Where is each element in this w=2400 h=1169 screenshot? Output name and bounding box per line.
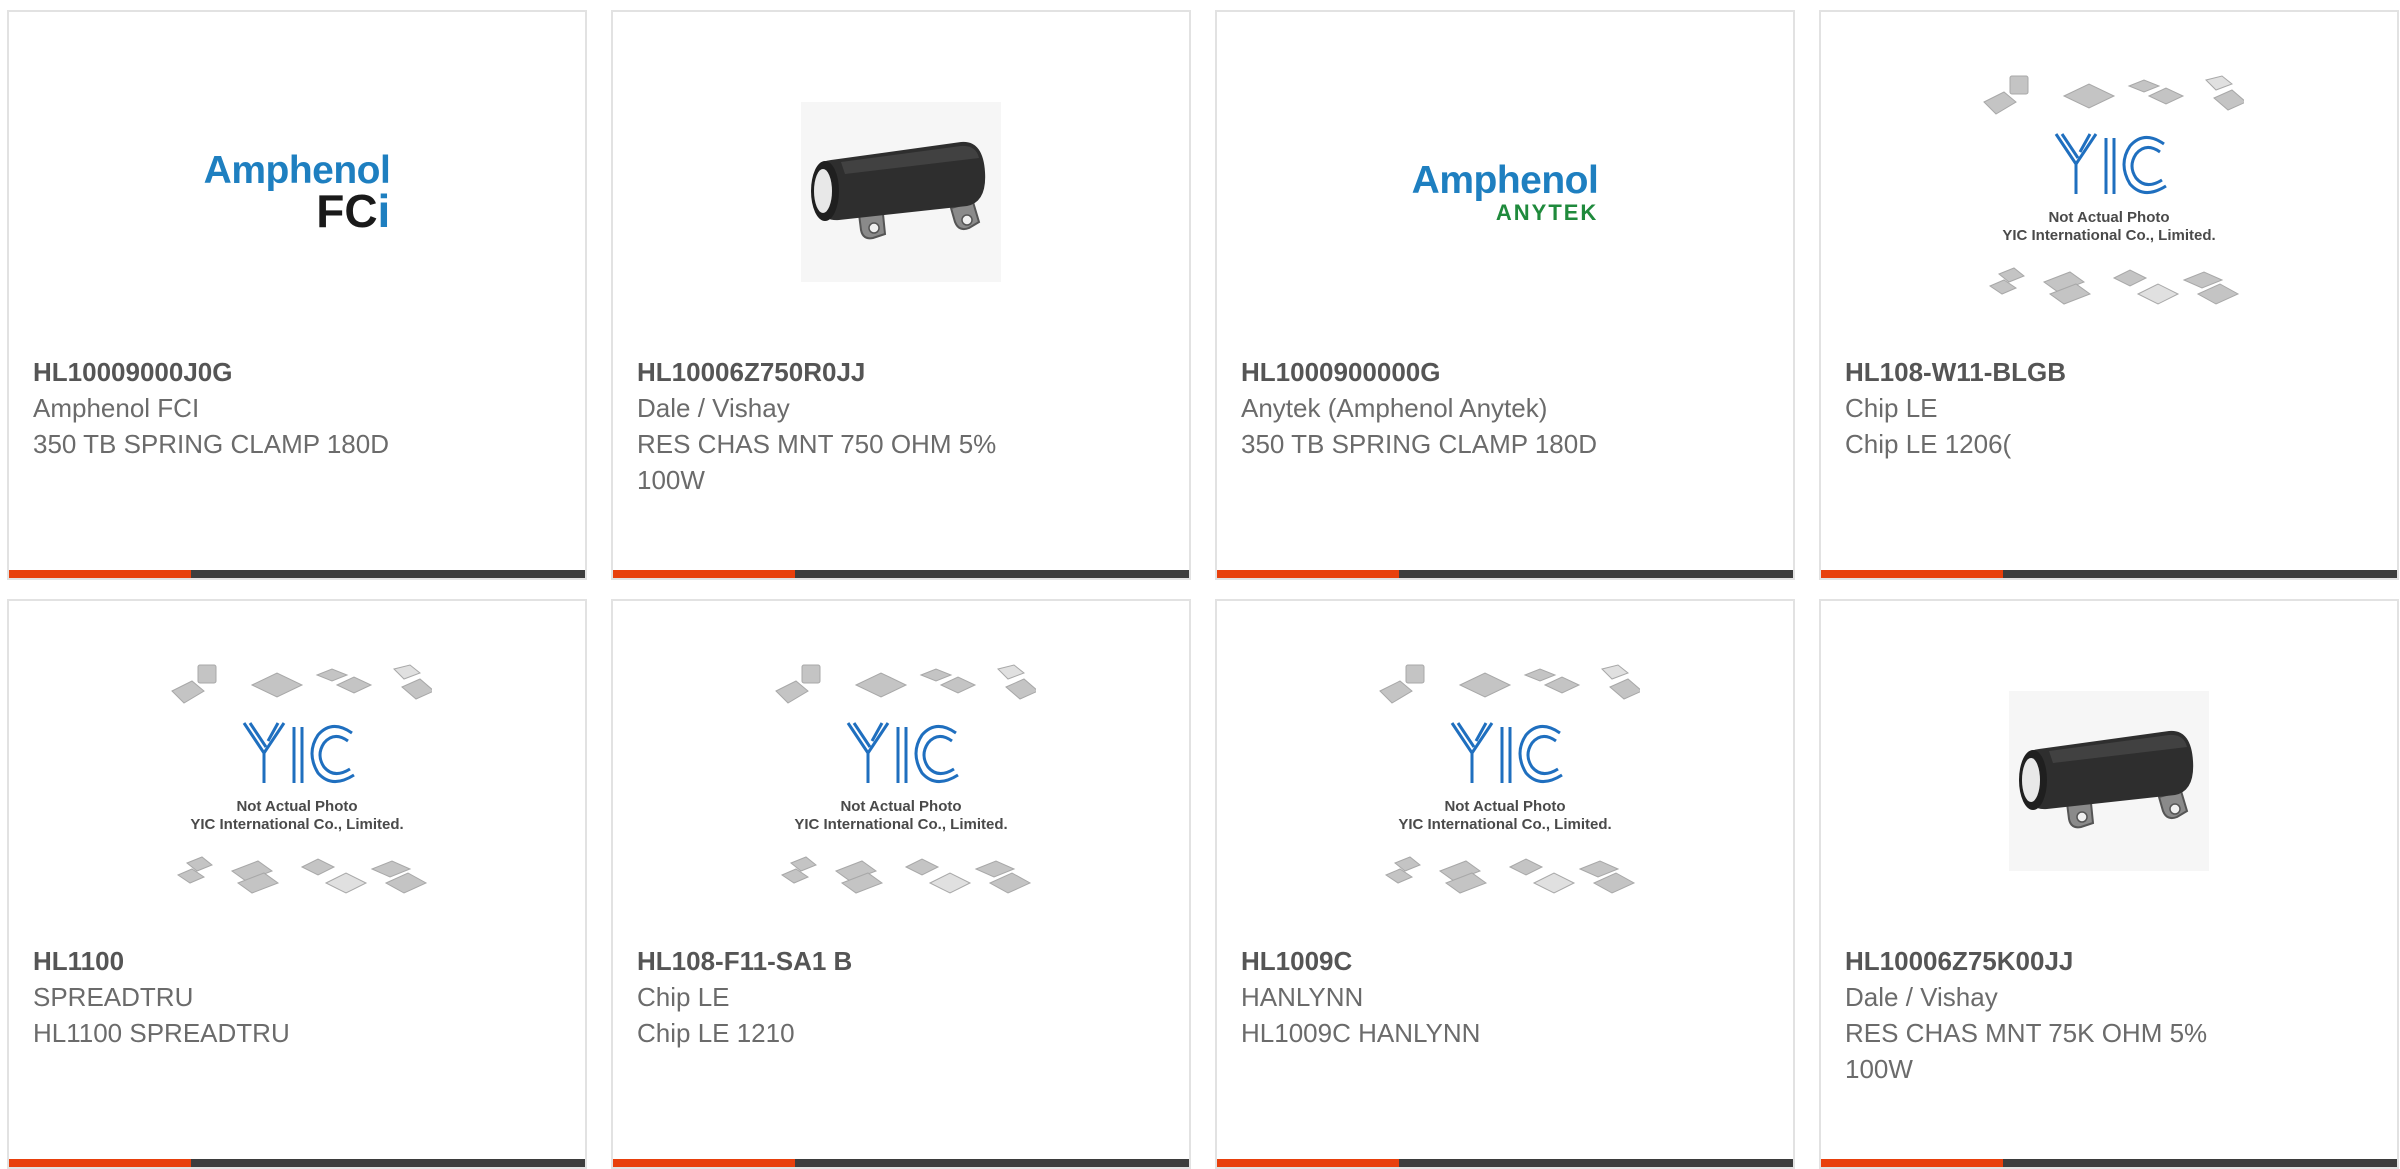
card-footer-bar — [613, 1159, 1189, 1167]
product-info: HL108-F11-SA1 B Chip LE Chip LE 1210 — [637, 943, 1039, 1051]
manufacturer: Chip LE — [637, 982, 730, 1012]
svg-text:YIC International Co., Limited: YIC International Co., Limited. — [190, 816, 403, 833]
manufacturer: Anytek (Amphenol Anytek) — [1241, 393, 1548, 423]
card-footer-bar — [1217, 1159, 1793, 1167]
card-footer-bar — [9, 1159, 585, 1167]
product-image[interactable]: Amphenol FCi — [9, 72, 585, 312]
amphenol-anytek-logo: Amphenol ANYTEK — [1411, 158, 1599, 225]
yic-placeholder-image: Not Actual Photo YIC International Co., … — [171, 664, 432, 894]
product-image[interactable]: Not Actual Photo YIC International Co., … — [9, 661, 585, 901]
product-card[interactable]: Amphenol ANYTEK HL1000900000G Anytek (Am… — [1215, 10, 1795, 580]
amphenol-fci-logo: Amphenol FCi — [203, 148, 391, 237]
part-number-link[interactable]: HL108-W11-BLGB — [1845, 354, 2247, 390]
manufacturer: Dale / Vishay — [1845, 982, 1998, 1012]
description: RES CHAS MNT 75K OHM 5% 100W — [1845, 1018, 2208, 1084]
yic-placeholder-image: Not Actual Photo YIC International Co., … — [775, 664, 1036, 894]
description: 350 TB SPRING CLAMP 180D — [33, 429, 389, 459]
product-info: HL10006Z750R0JJ Dale / Vishay RES CHAS M… — [637, 354, 1039, 498]
manufacturer: SPREADTRU — [33, 982, 194, 1012]
product-card[interactable]: Not Actual Photo YIC International Co., … — [1819, 10, 2399, 580]
description: Chip LE 1210 — [637, 1018, 795, 1048]
card-footer-bar — [1821, 1159, 2397, 1167]
product-info: HL1009C HANLYNN HL1009C HANLYNN — [1241, 943, 1643, 1051]
product-card[interactable]: HL10006Z75K00JJ Dale / Vishay RES CHAS M… — [1819, 599, 2399, 1169]
svg-text:YIC International Co., Limited: YIC International Co., Limited. — [1398, 816, 1611, 833]
description: Chip LE 1206( — [1845, 429, 2012, 459]
product-info: HL10006Z75K00JJ Dale / Vishay RES CHAS M… — [1845, 943, 2247, 1087]
card-footer-bar — [1821, 570, 2397, 578]
card-footer-bar — [9, 570, 585, 578]
manufacturer: Amphenol FCI — [33, 393, 200, 423]
product-info: HL1100 SPREADTRU HL1100 SPREADTRU — [33, 943, 435, 1051]
product-image[interactable]: Not Actual Photo YIC International Co., … — [613, 661, 1189, 901]
description: 350 TB SPRING CLAMP 180D — [1241, 429, 1597, 459]
svg-text:Not Actual Photo: Not Actual Photo — [1444, 798, 1565, 815]
product-image[interactable]: Not Actual Photo YIC International Co., … — [1821, 72, 2397, 312]
svg-text:YIC International Co., Limited: YIC International Co., Limited. — [2002, 227, 2215, 244]
svg-text:Not Actual Photo: Not Actual Photo — [236, 798, 357, 815]
part-number-link[interactable]: HL1100 — [33, 943, 435, 979]
part-number-link[interactable]: HL10006Z75K00JJ — [1845, 943, 2247, 979]
product-grid: Amphenol FCi HL10009000J0G Amphenol FCI … — [7, 10, 2399, 1169]
part-number-link[interactable]: HL10006Z750R0JJ — [637, 354, 1039, 390]
part-number-link[interactable]: HL10009000J0G — [33, 354, 435, 390]
part-number-link[interactable]: HL108-F11-SA1 B — [637, 943, 1039, 979]
product-card[interactable]: Not Actual Photo YIC International Co., … — [611, 599, 1191, 1169]
product-card[interactable]: Not Actual Photo YIC International Co., … — [7, 599, 587, 1169]
product-image[interactable]: Not Actual Photo YIC International Co., … — [1217, 661, 1793, 901]
manufacturer: Dale / Vishay — [637, 393, 790, 423]
svg-text:YIC International Co., Limited: YIC International Co., Limited. — [794, 816, 1007, 833]
product-image[interactable] — [613, 72, 1189, 312]
resistor-photo — [801, 102, 1001, 282]
product-image[interactable] — [1821, 661, 2397, 901]
card-footer-bar — [613, 570, 1189, 578]
manufacturer: HANLYNN — [1241, 982, 1364, 1012]
product-info: HL1000900000G Anytek (Amphenol Anytek) 3… — [1241, 354, 1643, 462]
svg-text:Not Actual Photo: Not Actual Photo — [2048, 209, 2169, 226]
card-footer-bar — [1217, 570, 1793, 578]
description: HL1100 SPREADTRU — [33, 1018, 290, 1048]
product-card[interactable]: Not Actual Photo YIC International Co., … — [1215, 599, 1795, 1169]
product-info: HL10009000J0G Amphenol FCI 350 TB SPRING… — [33, 354, 435, 462]
description: HL1009C HANLYNN — [1241, 1018, 1481, 1048]
product-card[interactable]: HL10006Z750R0JJ Dale / Vishay RES CHAS M… — [611, 10, 1191, 580]
yic-placeholder-image: Not Actual Photo YIC International Co., … — [1379, 664, 1640, 894]
part-number-link[interactable]: HL1009C — [1241, 943, 1643, 979]
yic-placeholder-image: Not Actual Photo YIC International Co., … — [1983, 75, 2244, 305]
description: RES CHAS MNT 750 OHM 5% 100W — [637, 429, 997, 495]
product-info: HL108-W11-BLGB Chip LE Chip LE 1206( — [1845, 354, 2247, 462]
svg-text:Not Actual Photo: Not Actual Photo — [840, 798, 961, 815]
product-image[interactable]: Amphenol ANYTEK — [1217, 72, 1793, 312]
part-number-link[interactable]: HL1000900000G — [1241, 354, 1643, 390]
resistor-photo — [2009, 691, 2209, 871]
product-card[interactable]: Amphenol FCi HL10009000J0G Amphenol FCI … — [7, 10, 587, 580]
manufacturer: Chip LE — [1845, 393, 1938, 423]
